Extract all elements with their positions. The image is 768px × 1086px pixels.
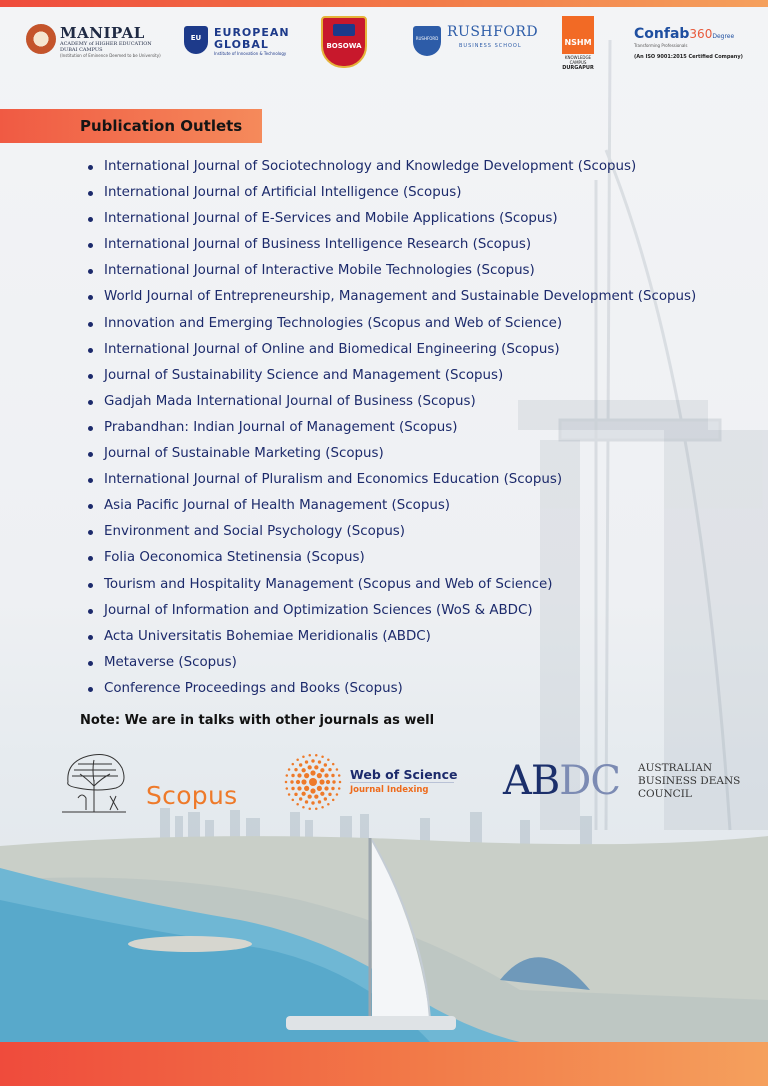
- rushford-badge-text: RUSHFORD: [415, 36, 439, 41]
- manipal-emblem-icon: [26, 24, 56, 54]
- abdc-ab: AB: [503, 758, 560, 804]
- abdc-line3: COUNCIL: [638, 788, 692, 800]
- publication-outlets-list: International Journal of Sociotechnology…: [86, 155, 756, 703]
- scopus-wordmark: Scopus: [146, 781, 238, 810]
- outlet-item: Acta Universitatis Bohemiae Meridionalis…: [86, 625, 756, 651]
- confab-wordmark: Confab360Degree: [634, 26, 743, 42]
- manipal-line3: (Institution of Eminence Deemed to be Un…: [60, 53, 161, 58]
- abdc-line1: AUSTRALIAN: [638, 762, 713, 774]
- bosowa-label: BOSOWA: [326, 42, 362, 50]
- web-of-science-burst-icon: [284, 753, 342, 811]
- outlet-item: Prabandhan: Indian Journal of Management…: [86, 416, 756, 442]
- nshm-logo: NSHM KNOWLEDGE CAMPUS DURGAPUR: [562, 16, 594, 71]
- outlet-item: Tourism and Hospitality Management (Scop…: [86, 573, 756, 599]
- outlet-item: Conference Proceedings and Books (Scopus…: [86, 677, 756, 703]
- abdc-wordmark: ABDC: [503, 756, 621, 806]
- wos-title: Web of Science: [350, 767, 458, 782]
- outlet-item: Folia Oeconomica Stetinensia (Scopus): [86, 546, 756, 572]
- outlet-item: International Journal of Sociotechnology…: [86, 155, 756, 181]
- confab-name: Confab: [634, 26, 690, 42]
- partner-logo-row: MANIPAL ACADEMY of HIGHER EDUCATION DUBA…: [0, 14, 768, 76]
- confab-number: 360: [689, 27, 713, 41]
- nshm-mark-icon: NSHM: [562, 16, 594, 54]
- abdc-fullname: AUSTRALIAN BUSINESS DEANS COUNCIL: [638, 762, 740, 801]
- section-title: Publication Outlets: [80, 117, 243, 135]
- eu-shield-icon: EU: [184, 26, 208, 54]
- outlet-item: Journal of Sustainability Science and Ma…: [86, 364, 756, 390]
- outlet-item: Journal of Sustainable Marketing (Scopus…: [86, 442, 756, 468]
- nshm-line1: KNOWLEDGE CAMPUS: [564, 55, 592, 65]
- outlet-item: International Journal of Interactive Mob…: [86, 259, 756, 285]
- confab-logo: Confab360Degree Transforming Professiona…: [634, 26, 743, 60]
- nshm-mark-text: NSHM: [564, 38, 592, 47]
- section-banner: Publication Outlets: [0, 109, 262, 143]
- outlet-item: Metaverse (Scopus): [86, 651, 756, 677]
- eu-shield-text: EU: [190, 34, 202, 42]
- confab-tagline: Transforming Professionals: [634, 43, 688, 48]
- outlet-item: International Journal of Pluralism and E…: [86, 468, 756, 494]
- wos-subtitle: Journal Indexing: [350, 785, 429, 795]
- nshm-line2: DURGAPUR: [562, 65, 594, 71]
- outlet-item: Environment and Social Psychology (Scopu…: [86, 520, 756, 546]
- abdc-dc: DC: [559, 758, 621, 804]
- outlet-item: Gadjah Mada International Journal of Bus…: [86, 390, 756, 416]
- rushford-sub: BUSINESS SCHOOL: [459, 43, 522, 49]
- bottom-accent-strip: [0, 1042, 768, 1086]
- outlet-item: International Journal of Artificial Inte…: [86, 181, 756, 207]
- outlet-item: Journal of Information and Optimization …: [86, 599, 756, 625]
- rushford-name: RUSHFORD: [447, 24, 539, 40]
- outlet-item: International Journal of E-Services and …: [86, 207, 756, 233]
- outlet-item: International Journal of Online and Biom…: [86, 338, 756, 364]
- outlet-item: Innovation and Emerging Technologies (Sc…: [86, 312, 756, 338]
- elsevier-tree-icon: [62, 754, 126, 813]
- manipal-name: MANIPAL: [60, 24, 145, 42]
- european-global-line3: Institute of Innovation & Technology: [214, 51, 287, 56]
- outlet-item: International Journal of Business Intell…: [86, 233, 756, 259]
- bosowa-crest-icon: BOSOWA: [321, 16, 367, 68]
- confab-iso-note: (An ISO 9001:2015 Certified Company): [634, 54, 743, 60]
- bosowa-logo: BOSOWA: [321, 16, 367, 68]
- top-accent-strip: [0, 0, 768, 7]
- european-global-line2: GLOBAL: [214, 38, 269, 51]
- outlet-item: World Journal of Entrepreneurship, Manag…: [86, 285, 756, 311]
- note-text: Note: We are in talks with other journal…: [80, 713, 435, 728]
- confab-degree: Degree: [712, 33, 735, 40]
- outlet-item: Asia Pacific Journal of Health Managemen…: [86, 494, 756, 520]
- rushford-badge-icon: RUSHFORD: [413, 26, 441, 56]
- abdc-line2: BUSINESS DEANS: [638, 775, 741, 787]
- wos-divider: [350, 782, 454, 783]
